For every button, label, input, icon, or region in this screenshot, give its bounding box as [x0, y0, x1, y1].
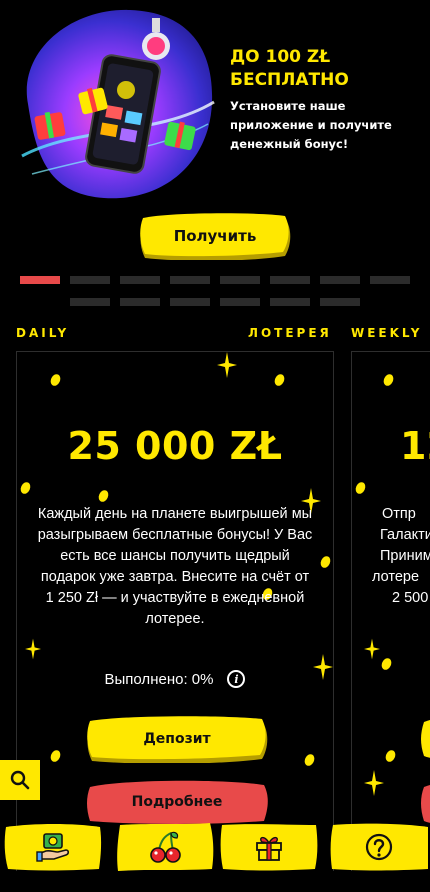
coin-decoration [318, 554, 333, 570]
get-bonus-button[interactable]: Получить [139, 212, 291, 260]
pagination-dot[interactable] [170, 276, 210, 284]
pagination-dot[interactable] [70, 276, 110, 284]
sparkle-decoration [25, 638, 41, 660]
promo-subtitle: Установите наше приложение и получите де… [230, 99, 392, 151]
weekly-description: Отпр Галакти Приним лотере 2 500 [372, 504, 430, 609]
bottom-navigation [0, 820, 430, 892]
pagination-dot[interactable] [170, 298, 210, 306]
coin-decoration [48, 372, 63, 388]
promo-illustration [21, 9, 215, 199]
daily-progress: Выполнено: 0% i [17, 670, 333, 688]
daily-description: Каждый день на планете выигрышей мы разы… [37, 506, 313, 627]
weekly-more-button[interactable] [420, 779, 430, 825]
pagination-dot[interactable] [270, 298, 310, 306]
coin-decoration [379, 656, 394, 672]
pagination-dot[interactable] [20, 276, 60, 284]
tab-daily[interactable]: DAILY [16, 326, 69, 340]
deposit-label: Депозит [143, 731, 211, 747]
deposit-button[interactable]: Депозит [86, 715, 268, 763]
pagination-dot[interactable] [370, 276, 410, 284]
more-details-button[interactable]: Подробнее [86, 779, 268, 825]
daily-prize-amount: 25 000 ZŁ [67, 424, 283, 468]
weekly-lottery-card: 12 Отпр Галакти Приним лотере 2 500 [351, 351, 430, 871]
nav-cashier[interactable] [4, 823, 102, 871]
weekly-description-line: лотере [372, 569, 420, 585]
pagination-dot[interactable] [70, 298, 110, 306]
coin-decoration [353, 480, 368, 496]
pagination-spacer [20, 298, 60, 306]
weekly-prize-amount: 12 [400, 424, 430, 468]
pagination-dot[interactable] [220, 298, 260, 306]
weekly-deposit-button[interactable] [420, 714, 430, 762]
pagination-dot[interactable] [320, 298, 360, 306]
tab-lottery[interactable]: ЛОТЕРЕЯ [248, 326, 332, 340]
pagination-dot[interactable] [270, 276, 310, 284]
coin-decoration [302, 752, 317, 768]
coin-decoration [96, 488, 111, 504]
nav-slots[interactable] [116, 823, 214, 871]
sparkle-decoration [364, 770, 384, 796]
promo-text: ДО 100 Zł БЕСПЛАТНО Установите наше прил… [230, 46, 426, 154]
cherries-icon [150, 831, 181, 863]
more-details-label: Подробнее [131, 794, 223, 810]
pagination-dot[interactable] [220, 276, 260, 284]
pagination-dot[interactable] [320, 276, 360, 284]
weekly-description-line: Отпр [382, 506, 416, 522]
sparkle-decoration [217, 352, 237, 378]
daily-lottery-card: 25 000 ZŁ Каждый день на планете выигрыш… [16, 351, 334, 871]
gift-icon [256, 836, 282, 861]
pagination-dot[interactable] [120, 276, 160, 284]
money-hand-icon [36, 833, 70, 862]
coin-decoration [383, 748, 398, 764]
tab-weekly[interactable]: WEEKLY [351, 326, 422, 340]
coin-decoration [18, 480, 33, 496]
sparkle-decoration [364, 638, 380, 660]
nav-help[interactable] [330, 823, 428, 871]
weekly-description-line: Приним [380, 548, 430, 564]
progress-label: Выполнено: 0% [104, 670, 214, 688]
weekly-description-line: Галакти [380, 527, 430, 543]
coin-decoration [381, 372, 396, 388]
coin-decoration [272, 372, 287, 388]
promo-title: ДО 100 Zł БЕСПЛАТНО [230, 47, 349, 90]
carousel-pagination [20, 276, 412, 306]
search-button[interactable] [0, 760, 40, 800]
nav-bonuses[interactable] [220, 823, 318, 871]
coin-decoration [48, 748, 63, 764]
search-icon [10, 770, 30, 790]
info-icon[interactable]: i [227, 670, 246, 688]
pagination-dot[interactable] [120, 298, 160, 306]
help-icon [365, 833, 393, 861]
get-bonus-label: Получить [173, 227, 257, 245]
weekly-description-line: 2 500 [392, 590, 429, 606]
